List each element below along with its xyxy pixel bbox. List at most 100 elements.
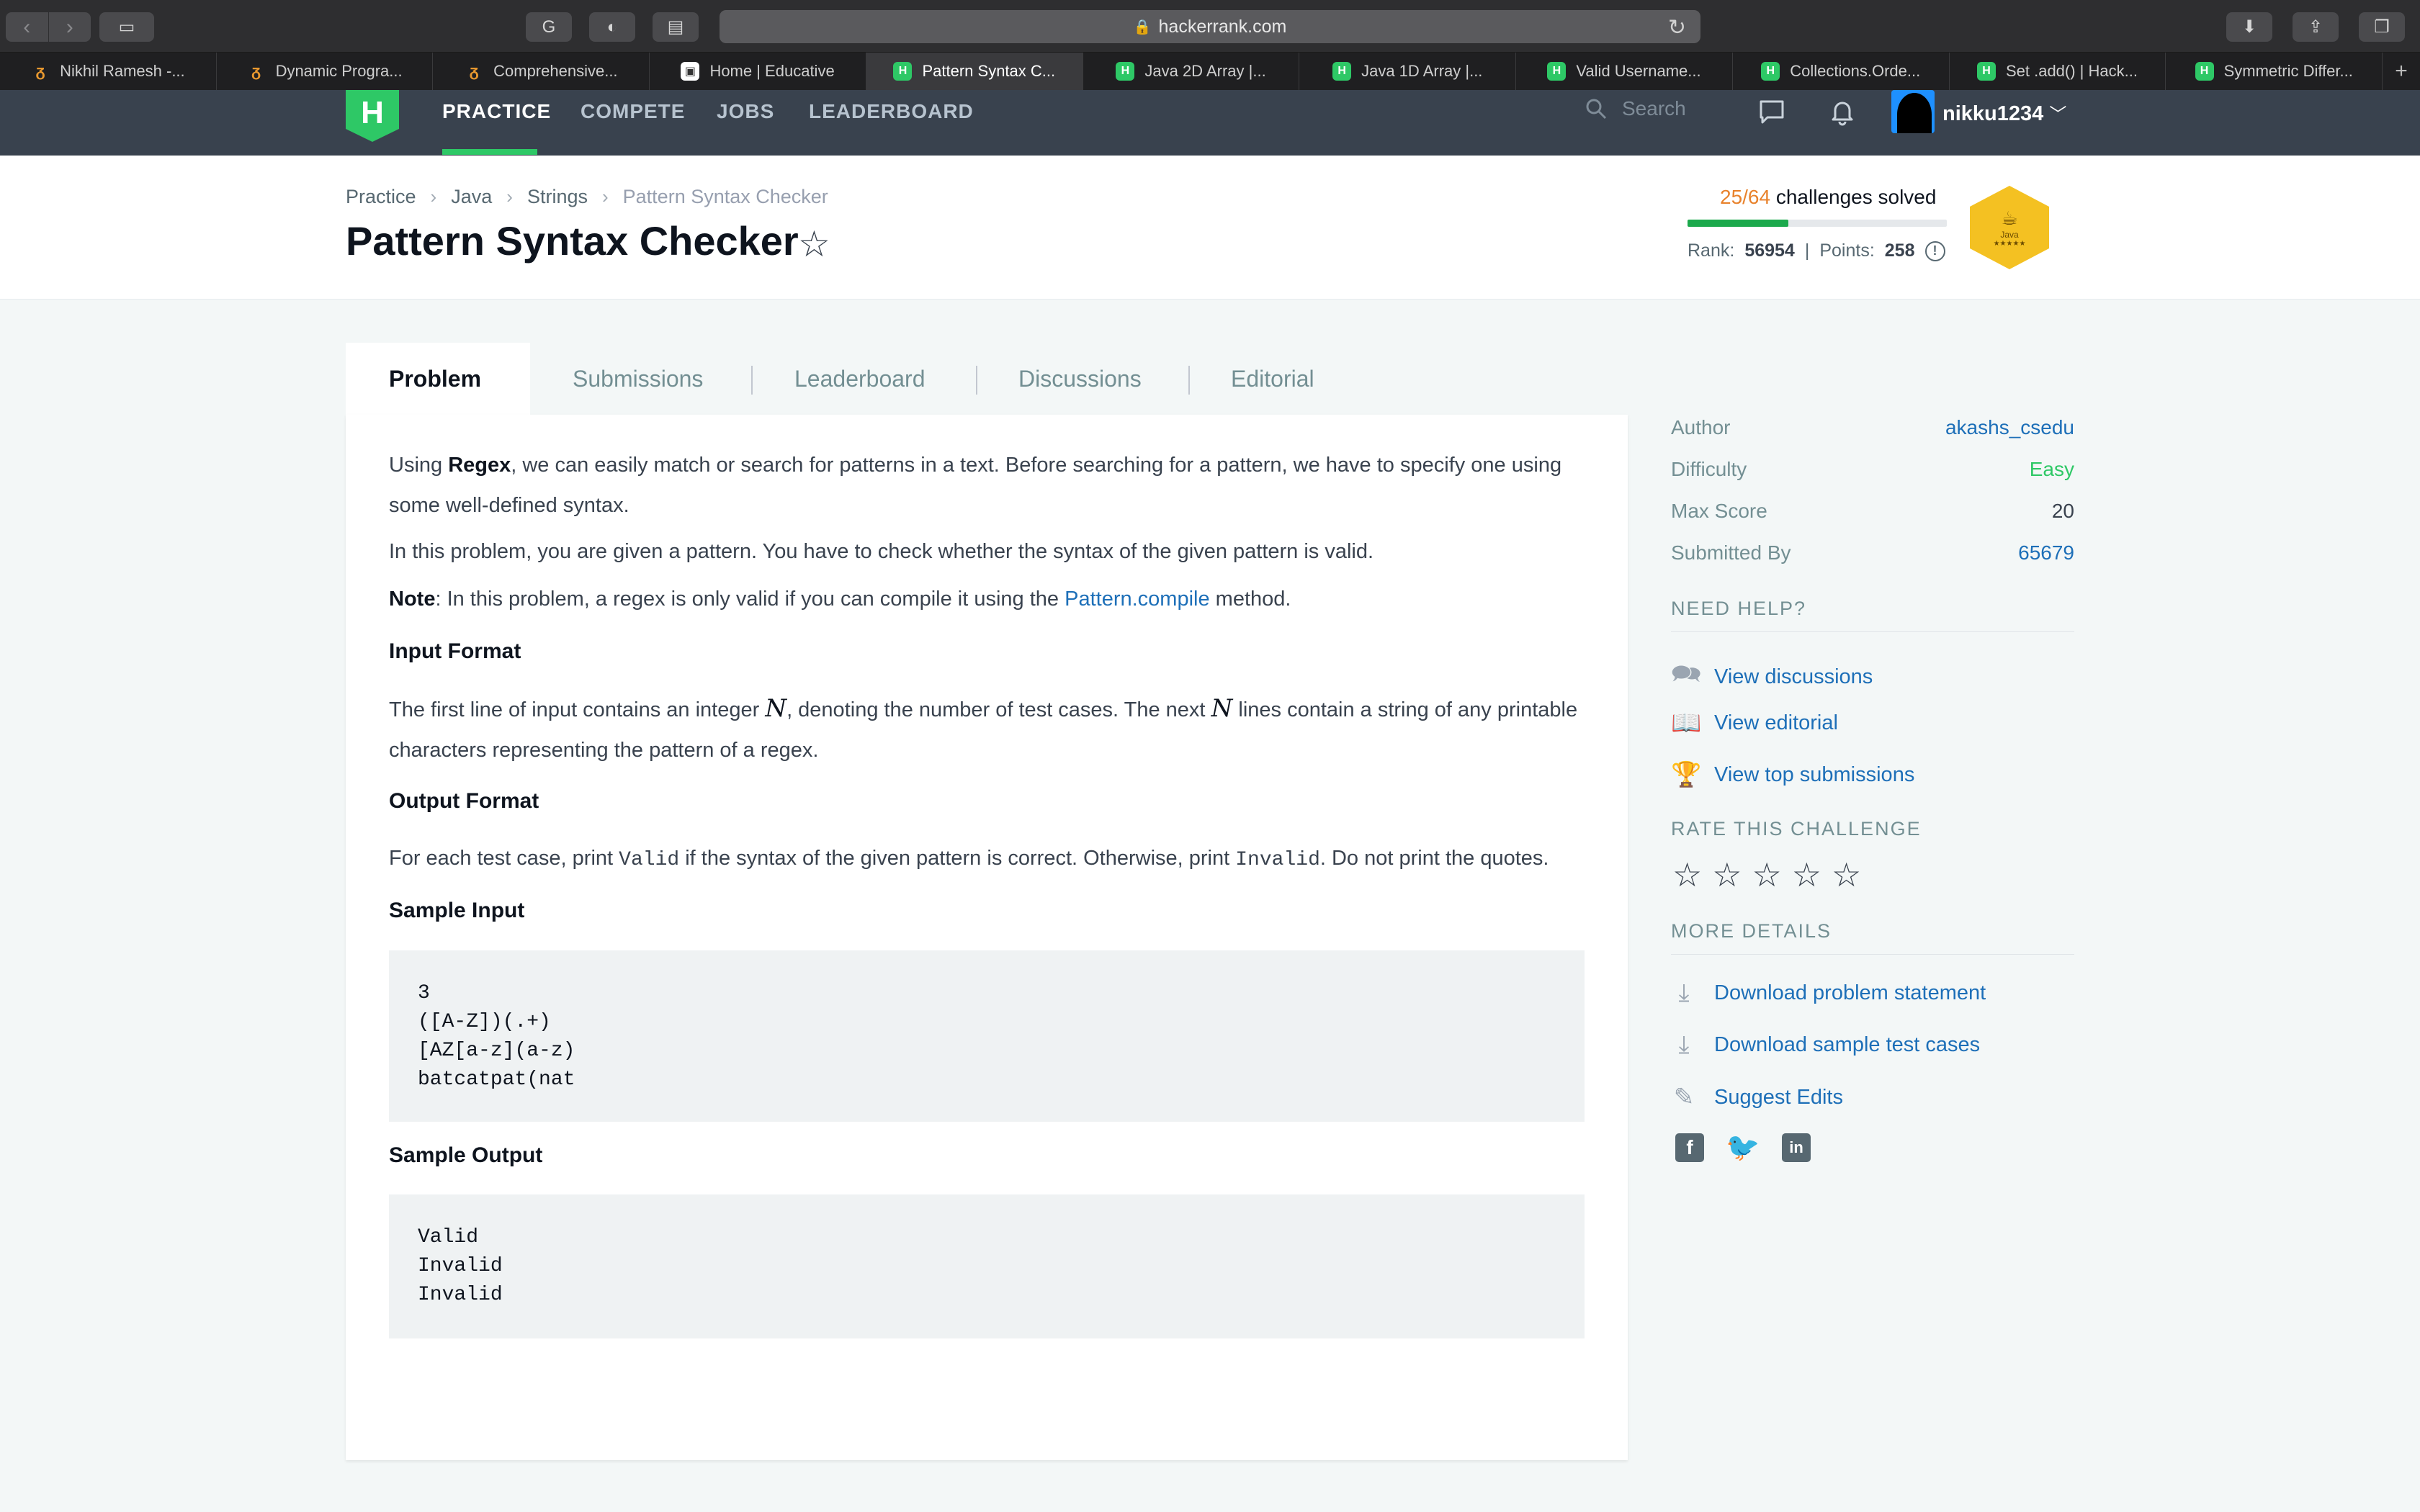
submitted-link[interactable]: 65679	[2018, 541, 2074, 564]
tab-label: Valid Username...	[1576, 62, 1701, 80]
browser-toolbar: ‹ › ▭ G ◐ ▤ 🔒 hackerrank.com ↻ ⬇ ⇪ ❐	[0, 0, 2420, 53]
hackerrank-icon: H	[1116, 62, 1135, 81]
tab-submissions[interactable]: Submissions	[573, 343, 703, 415]
tab-label: Set .add() | Hack...	[2005, 62, 2138, 80]
educative-icon: ▣	[681, 62, 700, 81]
tab-discussions[interactable]: Discussions	[1018, 343, 1142, 415]
breadcrumb-java[interactable]: Java	[451, 186, 492, 208]
chevron-down-icon: ﹀	[2049, 105, 2067, 125]
browser-tab[interactable]: H Collections.Orde...	[1733, 53, 1950, 90]
reload-icon[interactable]: ↻	[1668, 15, 1686, 40]
browser-tab[interactable]: H Valid Username...	[1516, 53, 1733, 90]
tab-leaderboard[interactable]: Leaderboard	[794, 343, 925, 415]
nav-practice[interactable]: PRACTICE	[442, 100, 551, 123]
book-icon: 📖	[1671, 709, 1702, 737]
twitter-icon[interactable]: 🐦	[1726, 1133, 1760, 1163]
tab-divider	[1188, 366, 1190, 395]
view-editorial-link[interactable]: 📖 View editorial	[1671, 708, 1838, 737]
suggest-edits-link[interactable]: ✎ Suggest Edits	[1671, 1083, 1843, 1112]
nav-jobs[interactable]: JOBS	[717, 100, 774, 123]
author-row: Author akashs_csedu	[1671, 416, 2074, 439]
share-icon[interactable]: ⇪	[2293, 12, 2339, 42]
star-icon[interactable]: ☆	[1792, 855, 1821, 894]
discussion-icon: 🗪	[1671, 660, 1702, 688]
text: , denoting the number of test cases. The…	[786, 698, 1211, 721]
challenges-solved: 25/64 challenges solved	[1720, 186, 1936, 209]
nav-leaderboard[interactable]: LEADERBOARD	[809, 100, 974, 123]
browser-tab[interactable]: H Java 1D Array |...	[1299, 53, 1517, 90]
tab-problem[interactable]: Problem	[346, 343, 530, 415]
browser-tab[interactable]: ᵹ Nikhil Ramesh -...	[0, 53, 217, 90]
tab-editorial[interactable]: Editorial	[1231, 343, 1314, 415]
breadcrumb-current: Pattern Syntax Checker	[622, 186, 828, 207]
chevron-right-icon: ›	[601, 186, 609, 207]
linkedin-icon[interactable]: in	[1782, 1133, 1811, 1162]
bookmark-star-icon[interactable]: ☆	[798, 223, 830, 265]
address-bar[interactable]: 🔒 hackerrank.com ↻	[720, 10, 1700, 43]
download-icon: ⤓	[1678, 1031, 1690, 1058]
pattern-compile-link[interactable]: Pattern.compile	[1065, 588, 1210, 611]
browser-tab[interactable]: ▣ Home | Educative	[650, 53, 866, 90]
rate-challenge-heading: RATE THIS CHALLENGE	[1671, 818, 1922, 840]
info-icon[interactable]: !	[1924, 240, 1945, 261]
math-variable: N	[765, 694, 787, 723]
search-input[interactable]: Search	[1585, 97, 1686, 120]
notifications-bell-icon[interactable]	[1828, 97, 1857, 126]
facebook-icon[interactable]: f	[1675, 1133, 1704, 1162]
avatar[interactable]	[1891, 90, 1935, 133]
view-discussions-link[interactable]: 🗪 View discussions	[1671, 657, 1873, 698]
link-label: View discussions	[1714, 665, 1873, 688]
breadcrumb-strings[interactable]: Strings	[527, 186, 588, 208]
nav-compete[interactable]: COMPETE	[581, 100, 685, 123]
tab-label: Java 2D Array |...	[1144, 62, 1266, 80]
intro-paragraph: Using Regex, we can easily match or sear…	[389, 445, 1585, 526]
back-icon[interactable]: ‹	[6, 12, 49, 42]
problem-paragraph: In this problem, you are given a pattern…	[389, 540, 1374, 563]
link-label: Suggest Edits	[1714, 1085, 1843, 1109]
star-icon[interactable]: ☆	[1712, 855, 1742, 894]
output-format-text: For each test case, print Valid if the s…	[389, 838, 1585, 881]
link-label: View top submissions	[1714, 762, 1915, 786]
code-invalid: Invalid	[1235, 849, 1320, 871]
sidebar-toggle-icon[interactable]: ▭	[99, 12, 154, 42]
problem-statement: Using Regex, we can easily match or sear…	[346, 415, 1628, 1460]
breadcrumb-practice[interactable]: Practice	[346, 186, 416, 208]
browser-tab[interactable]: H Java 2D Array |...	[1083, 53, 1300, 90]
download-statement-link[interactable]: ⤓ Download problem statement	[1671, 979, 1986, 1007]
hackerrank-icon: H	[1761, 62, 1780, 81]
view-top-submissions-link[interactable]: 🏆 View top submissions	[1671, 760, 1914, 789]
tab-label: Nikhil Ramesh -...	[60, 62, 185, 80]
tabs-overview-icon[interactable]: ❐	[2359, 12, 2405, 42]
tab-label: Symmetric Differ...	[2223, 62, 2353, 80]
sample-input-heading: Sample Input	[389, 899, 525, 922]
browser-tab[interactable]: ᵹ Comprehensive...	[433, 53, 650, 90]
rating-stars[interactable]: ☆ ☆ ☆ ☆ ☆	[1672, 855, 1861, 894]
author-link[interactable]: akashs_csedu	[1945, 416, 2074, 439]
new-tab-icon[interactable]: +	[2383, 53, 2420, 90]
browser-tab-active[interactable]: H Pattern Syntax C...	[866, 53, 1083, 90]
forward-icon[interactable]: ›	[49, 12, 91, 42]
grammarly-extension-icon[interactable]: G	[526, 12, 572, 42]
download-testcases-link[interactable]: ⤓ Download sample test cases	[1671, 1031, 1980, 1059]
breadcrumb: Practice › Java › Strings › Pattern Synt…	[346, 186, 828, 208]
tab-label: Dynamic Progra...	[275, 62, 403, 80]
submitted-row: Submitted By 65679	[1671, 541, 2074, 564]
author-label: Author	[1671, 416, 1731, 438]
username[interactable]: nikku1234 ﹀	[1942, 100, 2066, 126]
messages-icon[interactable]	[1757, 97, 1786, 126]
star-icon[interactable]: ☆	[1752, 855, 1782, 894]
star-icon[interactable]: ☆	[1832, 855, 1861, 894]
notes-extension-icon[interactable]: ▤	[653, 12, 699, 42]
browser-tab[interactable]: H Set .add() | Hack...	[1950, 53, 2166, 90]
back-forward-buttons[interactable]: ‹ ›	[6, 12, 91, 42]
hackerrank-logo[interactable]: H	[346, 90, 399, 142]
shield-extension-icon[interactable]: ◐	[589, 12, 635, 42]
browser-tab[interactable]: H Symmetric Differ...	[2166, 53, 2383, 90]
java-cup-icon: ☕	[2001, 207, 2018, 229]
pencil-icon: ✎	[1673, 1084, 1695, 1111]
browser-tab[interactable]: ᵹ Dynamic Progra...	[217, 53, 434, 90]
progress-fill	[1688, 220, 1789, 227]
link-label: Download problem statement	[1714, 981, 1986, 1004]
download-icon[interactable]: ⬇	[2226, 12, 2272, 42]
star-icon[interactable]: ☆	[1672, 855, 1702, 894]
